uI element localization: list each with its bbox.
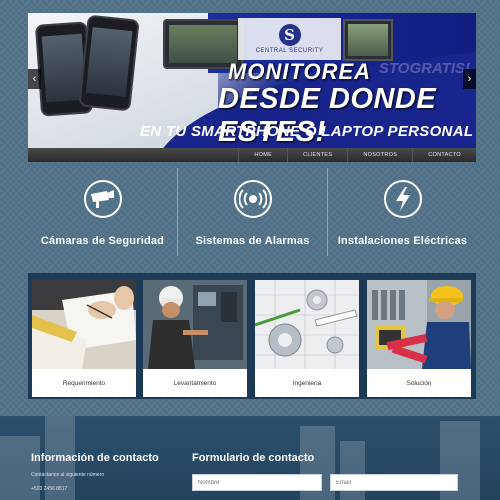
camera-icon xyxy=(83,180,122,218)
smartphone-image xyxy=(78,14,140,112)
main-nav: HOME CLIENTES NOSOTROS CONTACTO xyxy=(28,148,476,162)
requerimiento-photo xyxy=(32,280,136,369)
chevron-right-icon: › xyxy=(467,73,472,85)
levantamiento-photo xyxy=(143,280,247,369)
contact-phone[interactable]: +503 2456 8817 xyxy=(31,486,67,492)
service-title: Sistemas de Alarmas xyxy=(195,235,310,247)
hero-slider[interactable]: S CENTRAL SECURITY STOGRATIS! MONITOREA … xyxy=(28,13,476,148)
logo-text: CENTRAL SECURITY xyxy=(255,48,324,54)
logo-mark: S xyxy=(278,24,301,46)
service-alarmas[interactable]: Sistemas de Alarmas xyxy=(178,162,327,262)
contact-subtitle: Contáctanos al siguiente número xyxy=(31,472,105,478)
solucion-photo xyxy=(367,280,471,369)
card-solucion[interactable]: Solución xyxy=(367,280,471,397)
email-field[interactable] xyxy=(330,474,458,491)
slider-headline-1: MONITOREA xyxy=(228,59,372,84)
card-requerimiento[interactable]: Requerimiento xyxy=(32,280,136,397)
service-title: Cámaras de Seguridad xyxy=(40,235,165,247)
nav-item-home[interactable]: HOME xyxy=(238,148,287,162)
nav-item-nosotros[interactable]: NOSOTROS xyxy=(347,148,412,162)
ghost-promo-text: STOGRATIS! xyxy=(378,60,470,77)
service-electricas[interactable]: Instalaciones Eléctricas xyxy=(328,162,477,262)
ingenieria-photo xyxy=(255,280,359,369)
nav-item-clientes[interactable]: CLIENTES xyxy=(287,148,347,162)
service-camaras[interactable]: Cámaras de Seguridad xyxy=(28,162,177,262)
monitor-image xyxy=(343,19,393,61)
card-label: Solución xyxy=(406,379,432,387)
card-label: Ingenieria xyxy=(292,379,322,387)
chevron-left-icon: ‹ xyxy=(32,73,37,85)
brand-logo: S CENTRAL SECURITY xyxy=(238,18,341,60)
alarm-icon xyxy=(233,180,272,218)
slider-next-button[interactable]: › xyxy=(463,69,476,89)
contact-info-title: Información de contacto xyxy=(31,452,159,464)
contact-form-title: Formulario de contacto xyxy=(192,452,315,464)
nav-item-contacto[interactable]: CONTACTO xyxy=(412,148,476,162)
slider-prev-button[interactable]: ‹ xyxy=(28,69,41,89)
process-cards-panel: Requerimiento Levantamiento Ingenieria S… xyxy=(28,273,476,399)
service-title: Instalaciones Eléctricas xyxy=(337,235,468,247)
card-label: Requerimiento xyxy=(62,379,106,387)
services-section: Cámaras de Seguridad Sistemas de Alarmas… xyxy=(28,162,476,262)
card-ingenieria[interactable]: Ingenieria xyxy=(255,280,359,397)
slider-headline-3: EN TU SMARTPHONE O LAPTOP PERSONAL xyxy=(140,123,474,140)
name-field[interactable] xyxy=(192,474,322,491)
card-levantamiento[interactable]: Levantamiento xyxy=(143,280,247,397)
card-label: Levantamiento xyxy=(173,379,217,387)
lightning-icon xyxy=(383,180,422,218)
